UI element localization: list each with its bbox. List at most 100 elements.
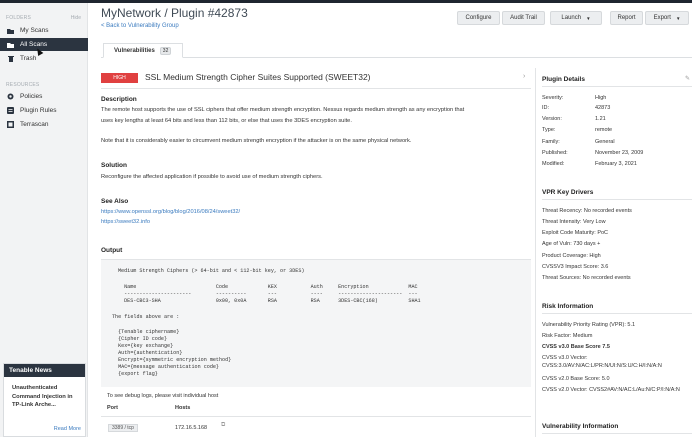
see-also-link[interactable]: https://sweet32.info: [101, 219, 150, 225]
sidebar-item-terrascan[interactable]: Terrascan: [0, 118, 88, 131]
trash-icon: [7, 55, 14, 62]
output-line: {export flag}: [112, 371, 158, 377]
divider: [542, 199, 692, 200]
sidebar-item-label: Plugin Rules: [20, 107, 57, 114]
vpr-driver: Threat Recency: No recorded events: [542, 208, 632, 214]
cvss2-vector: CVSS v2.0 Vector: CVSS2#AV:N/AC:L/Au:N/C…: [542, 387, 680, 393]
sidebar-item-label: Policies: [20, 93, 43, 100]
detail-value: 1.21: [595, 116, 606, 122]
top-bar: [0, 0, 692, 3]
tab-bar: Vulnerabilities 32: [101, 43, 692, 58]
page-title: MyNetwork / Plugin #42873: [101, 6, 248, 20]
output-line: DES-CBC3-SHA 0x00, 0x0A RSA RSA 3DES-CBC…: [118, 298, 421, 304]
sidebar-item-label: All Scans: [20, 41, 48, 48]
vuln-info-title: Vulnerability Information: [542, 423, 619, 430]
vpr-driver: Threat Sources: No recorded events: [542, 275, 631, 281]
output-line: Medium Strength Ciphers (> 64-bit and < …: [118, 268, 305, 274]
vpr-driver: Exploit Code Maturity: PoC: [542, 230, 609, 236]
launch-label: Launch: [561, 15, 582, 21]
detail-value: February 3, 2021: [595, 161, 637, 167]
divider: [101, 88, 531, 89]
launch-button[interactable]: Launch ▼: [550, 11, 602, 25]
divider: [542, 313, 692, 314]
plugin-output: Medium Strength Ciphers (> 64-bit and < …: [101, 259, 531, 387]
news-headline: Unauthenticated Command Injection in TP-…: [12, 385, 73, 408]
export-label: Export: [653, 15, 671, 21]
table-row[interactable]: 3389 / tcp 172.16.5.168 ⧉: [101, 416, 531, 437]
risk-title: Risk Information: [542, 303, 594, 310]
sidebar-item-label: Trash: [20, 55, 37, 62]
hosts-column-header[interactable]: Hosts: [175, 405, 190, 411]
sidebar: FOLDERS Hide My Scans All Scans Trash RE…: [0, 3, 88, 437]
output-heading: Output: [101, 247, 123, 254]
description-note: Note that it is considerably easier to c…: [101, 138, 412, 144]
host-ip[interactable]: 172.16.5.168: [175, 425, 207, 431]
tab-vulnerabilities[interactable]: Vulnerabilities 32: [103, 43, 183, 58]
vpr-title: VPR Key Drivers: [542, 189, 594, 196]
sidebar-item-all-scans[interactable]: All Scans: [0, 38, 88, 51]
plugin-details-title: Plugin Details: [542, 76, 585, 83]
tab-count-badge: 32: [159, 46, 172, 55]
export-button[interactable]: Export ▼: [645, 11, 689, 25]
detail-value: 42873: [595, 105, 611, 111]
sidebar-item-label: My Scans: [20, 27, 49, 34]
see-also-link[interactable]: https://www.openssl.org/blog/blog/2016/0…: [101, 209, 240, 215]
configure-button[interactable]: Configure: [457, 11, 500, 25]
divider: [542, 86, 692, 87]
detail-key: Modified:: [542, 161, 565, 167]
caret-down-icon: ▼: [675, 15, 681, 21]
vpr-driver: CVSSV3 Impact Score: 3.6: [542, 264, 609, 270]
rules-icon: [7, 107, 14, 114]
hide-sidebar-link[interactable]: Hide: [71, 15, 81, 21]
configure-label: Configure: [465, 15, 492, 21]
risk-vpr: Vulnerability Priority Rating (VPR): 5.1: [542, 322, 636, 328]
caret-down-icon: ▼: [586, 15, 591, 21]
cvss3-base-score: CVSS v3.0 Base Score 7.5: [542, 344, 610, 350]
details-panel: Plugin Details ✎ Severity: High ID: 4287…: [535, 68, 692, 437]
see-also-heading: See Also: [101, 198, 129, 205]
cvss3-vector: CVSS v3.0 Vector: CVSS:3.0/AV:N/AC:L/PR:…: [542, 355, 662, 369]
chevron-right-icon[interactable]: ›: [523, 73, 525, 80]
risk-factor: Risk Factor: Medium: [542, 333, 593, 339]
audit-trail-button[interactable]: Audit Trail: [502, 11, 545, 25]
output-line: The fields above are :: [112, 314, 180, 320]
vpr-driver: Product Coverage: High: [542, 253, 601, 259]
sidebar-item-trash[interactable]: Trash: [0, 52, 88, 65]
news-title: Tenable News: [4, 364, 85, 377]
sidebar-item-label: Terrascan: [20, 121, 49, 128]
news-read-more-link[interactable]: Read More: [54, 426, 81, 432]
detail-value: General: [595, 139, 615, 145]
vpr-driver: Threat Intensity: Very Low: [542, 219, 606, 225]
cvss2-base-score: CVSS v2.0 Base Score: 5.0: [542, 376, 610, 382]
edit-icon[interactable]: ✎: [685, 75, 690, 82]
report-button[interactable]: Report: [610, 11, 643, 25]
external-link-icon[interactable]: ⧉: [221, 422, 225, 429]
resources-heading: RESOURCES: [6, 82, 40, 88]
sidebar-item-plugin-rules[interactable]: Plugin Rules: [0, 104, 88, 117]
detail-value: remote: [595, 127, 613, 133]
description-line-2: uses key lengths at least 64 bits and le…: [101, 118, 352, 124]
port-column-header[interactable]: Port: [107, 405, 118, 411]
divider: [542, 433, 692, 434]
folder-icon: [7, 27, 14, 34]
scan-icon: [7, 121, 14, 128]
sidebar-item-policies[interactable]: Policies: [0, 90, 88, 103]
folder-icon: [7, 41, 14, 48]
detail-key: ID:: [542, 105, 550, 111]
solution-text: Reconfigure the affected application if …: [101, 174, 323, 180]
solution-heading: Solution: [101, 162, 127, 169]
detail-value: High: [595, 95, 607, 101]
audit-trail-label: Audit Trail: [510, 15, 537, 21]
folders-heading: FOLDERS: [6, 15, 32, 21]
back-link[interactable]: < Back to Vulnerability Group: [101, 23, 179, 29]
gear-icon: [7, 93, 14, 100]
sidebar-item-my-scans[interactable]: My Scans: [0, 24, 88, 37]
detail-key: Family:: [542, 139, 560, 145]
tab-label: Vulnerabilities: [114, 47, 155, 54]
detail-key: Type:: [542, 127, 556, 133]
plugin-name: SSL Medium Strength Cipher Suites Suppor…: [145, 72, 371, 82]
description-heading: Description: [101, 96, 137, 103]
detail-key: Severity:: [542, 95, 564, 101]
port-badge: 3389 / tcp: [108, 424, 138, 432]
detail-value: November 23, 2009: [595, 150, 644, 156]
